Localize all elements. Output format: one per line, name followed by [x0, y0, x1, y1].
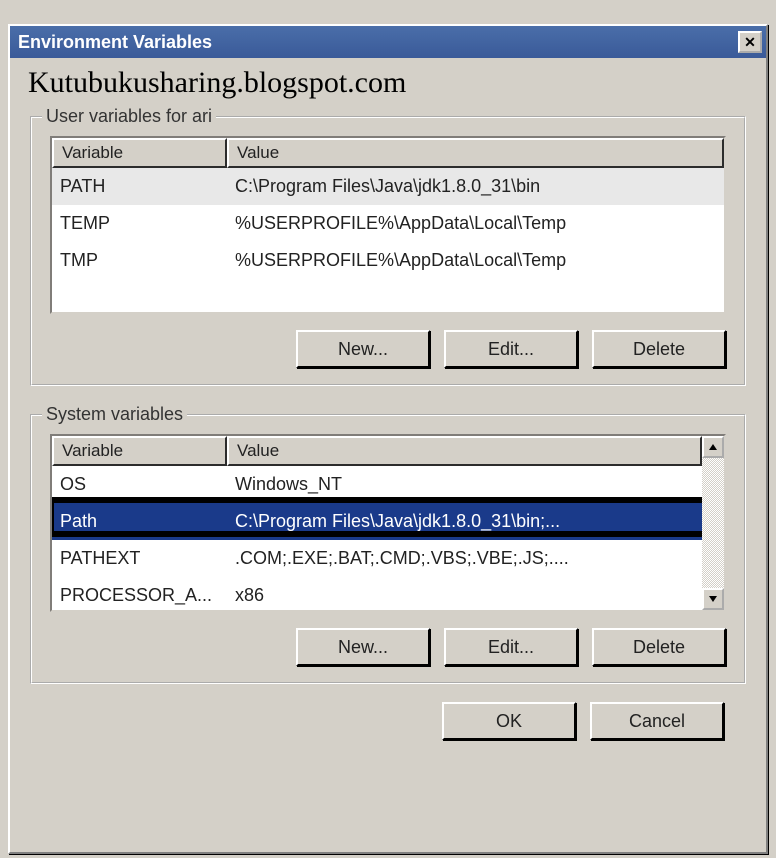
cell-variable: Path — [52, 503, 227, 540]
cell-variable: TEMP — [52, 205, 227, 242]
cell-value: x86 — [227, 577, 702, 612]
system-edit-button[interactable]: Edit... — [444, 628, 578, 666]
cell-variable: PROCESSOR_A... — [52, 577, 227, 612]
system-col-variable[interactable]: Variable — [52, 436, 227, 466]
cell-value: %USERPROFILE%\AppData\Local\Temp — [227, 205, 724, 242]
chevron-down-icon — [709, 596, 717, 602]
window-title: Environment Variables — [18, 32, 212, 53]
user-new-button[interactable]: New... — [296, 330, 430, 368]
system-group-label: System variables — [42, 404, 187, 425]
cancel-button[interactable]: Cancel — [590, 702, 724, 740]
cell-value: C:\Program Files\Java\jdk1.8.0_31\bin — [227, 168, 724, 205]
title-bar[interactable]: Environment Variables ✕ — [10, 26, 766, 58]
cell-value: %USERPROFILE%\AppData\Local\Temp — [227, 242, 724, 279]
system-variables-group: System variables Variable Value OS Windo… — [30, 414, 746, 684]
cell-variable: PATHEXT — [52, 540, 227, 577]
system-delete-button[interactable]: Delete — [592, 628, 726, 666]
env-vars-dialog: Environment Variables ✕ Kutubukusharing.… — [8, 24, 768, 854]
table-row[interactable]: PATH C:\Program Files\Java\jdk1.8.0_31\b… — [52, 168, 724, 205]
system-button-row: New... Edit... Delete — [50, 628, 726, 666]
table-row[interactable]: PATHEXT .COM;.EXE;.BAT;.CMD;.VBS;.VBE;.J… — [52, 540, 702, 577]
scroll-track[interactable] — [702, 458, 724, 588]
watermark-text: Kutubukusharing.blogspot.com — [10, 58, 766, 106]
chevron-up-icon — [709, 444, 717, 450]
cell-variable: OS — [52, 466, 227, 503]
dialog-button-row: OK Cancel — [30, 684, 746, 740]
user-variables-group: User variables for ari Variable Value PA… — [30, 116, 746, 386]
table-row[interactable]: Path C:\Program Files\Java\jdk1.8.0_31\b… — [52, 503, 702, 540]
cell-variable: PATH — [52, 168, 227, 205]
user-button-row: New... Edit... Delete — [50, 330, 726, 368]
user-variables-list[interactable]: Variable Value PATH C:\Program Files\Jav… — [50, 136, 726, 314]
close-icon: ✕ — [744, 34, 756, 51]
scrollbar[interactable] — [702, 436, 724, 610]
dialog-content: User variables for ari Variable Value PA… — [10, 116, 766, 750]
system-variables-list[interactable]: Variable Value OS Windows_NT Path C:\Pro… — [50, 434, 726, 612]
table-row[interactable]: OS Windows_NT — [52, 466, 702, 503]
system-col-value[interactable]: Value — [227, 436, 702, 466]
cell-value: .COM;.EXE;.BAT;.CMD;.VBS;.VBE;.JS;.... — [227, 540, 702, 577]
table-row[interactable]: TMP %USERPROFILE%\AppData\Local\Temp — [52, 242, 724, 279]
scroll-down-button[interactable] — [702, 588, 724, 610]
system-list-header: Variable Value — [52, 436, 724, 466]
cell-value: Windows_NT — [227, 466, 702, 503]
user-col-variable[interactable]: Variable — [52, 138, 227, 168]
system-new-button[interactable]: New... — [296, 628, 430, 666]
cell-value: C:\Program Files\Java\jdk1.8.0_31\bin;..… — [227, 503, 702, 540]
scroll-up-button[interactable] — [702, 436, 724, 458]
user-edit-button[interactable]: Edit... — [444, 330, 578, 368]
user-col-value[interactable]: Value — [227, 138, 724, 168]
table-row[interactable]: PROCESSOR_A... x86 — [52, 577, 702, 612]
close-button[interactable]: ✕ — [738, 31, 762, 53]
cell-variable: TMP — [52, 242, 227, 279]
user-group-label: User variables for ari — [42, 106, 216, 127]
table-row[interactable]: TEMP %USERPROFILE%\AppData\Local\Temp — [52, 205, 724, 242]
user-list-header: Variable Value — [52, 138, 724, 168]
ok-button[interactable]: OK — [442, 702, 576, 740]
user-delete-button[interactable]: Delete — [592, 330, 726, 368]
